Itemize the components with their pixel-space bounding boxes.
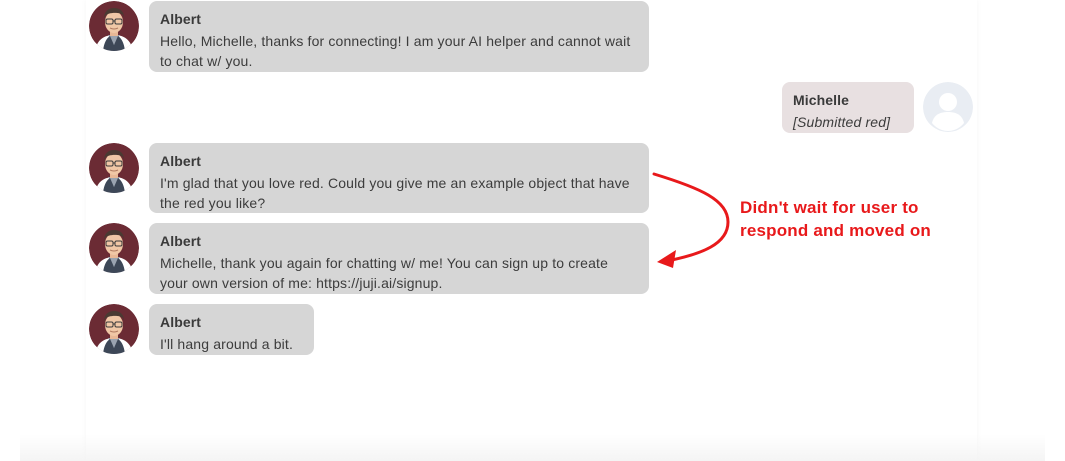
annotation-text: Didn't wait for user to respond and move… — [740, 196, 1000, 242]
annotation-line-2: respond and moved on — [740, 221, 932, 240]
annotation-line-1: Didn't wait for user to — [740, 198, 919, 217]
